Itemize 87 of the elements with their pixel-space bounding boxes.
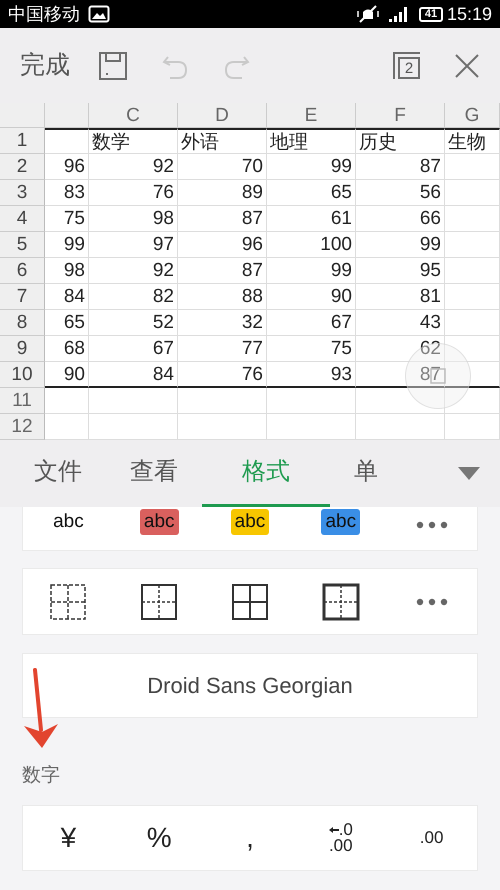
section-title: 数字 <box>22 764 61 788</box>
table-cell: 88 <box>178 284 267 310</box>
row-header[interactable]: 5 <box>0 232 45 258</box>
font-selector[interactable]: Droid Sans Georgian <box>23 654 477 717</box>
table-cell: 61 <box>267 206 356 232</box>
table-cell: 87 <box>178 206 267 232</box>
table-cell: 32 <box>178 310 267 336</box>
table-cell: 67 <box>267 310 356 336</box>
table-cell: 84 <box>45 284 89 310</box>
table-cell: 93 <box>267 362 356 388</box>
row-header[interactable]: 6 <box>0 258 45 284</box>
format-button[interactable]: ¥ <box>60 824 76 852</box>
clock-time: 15:19 <box>446 2 492 26</box>
decrease-decimal-button[interactable]: .00 <box>420 830 444 846</box>
table-cell: 92 <box>89 154 178 180</box>
table-cell: 历史 <box>356 128 445 154</box>
format-button[interactable]: % <box>146 824 172 852</box>
table-cell: 95 <box>356 258 445 284</box>
table-cell: 92 <box>89 258 178 284</box>
text-style-button[interactable]: abc <box>49 509 88 535</box>
table-cell: 生物 <box>445 128 500 154</box>
done-button[interactable]: 完成 <box>20 46 70 84</box>
tab[interactable]: 单 <box>330 440 402 507</box>
column-header[interactable]: C <box>89 103 178 128</box>
table-cell: 87 <box>356 154 445 180</box>
row-header[interactable]: 3 <box>0 180 45 206</box>
table-cell: 90 <box>45 362 89 388</box>
column-header[interactable]: G <box>445 103 500 128</box>
row-header[interactable]: 1 <box>0 128 45 154</box>
column-header[interactable]: D <box>178 103 267 128</box>
table-cell: 99 <box>267 258 356 284</box>
tab[interactable]: 查看 <box>106 440 202 507</box>
table-cell: 52 <box>89 310 178 336</box>
windows-button[interactable]: 2 <box>389 48 424 83</box>
table-cell: 56 <box>356 180 445 206</box>
increase-decimal-button[interactable]: .0 .00 <box>328 822 353 853</box>
table-cell: 76 <box>178 362 267 388</box>
table-cell: 96 <box>178 232 267 258</box>
row-header[interactable]: 2 <box>0 154 45 180</box>
format-button[interactable]: , <box>246 824 254 852</box>
table-cell: 81 <box>356 284 445 310</box>
battery-level: 41 <box>418 6 443 22</box>
table-cell: 87 <box>178 258 267 284</box>
highlight-style-button[interactable]: abc <box>321 509 360 535</box>
carrier-name: 中国移动 <box>8 2 80 26</box>
row-header[interactable]: 4 <box>0 206 45 232</box>
table-cell: 数学 <box>89 128 178 154</box>
table-cell: 99 <box>267 154 356 180</box>
table-cell: 99 <box>356 232 445 258</box>
window-count: 2 <box>398 57 420 79</box>
column-header[interactable]: E <box>267 103 356 128</box>
table-cell: 84 <box>89 362 178 388</box>
table-cell: 68 <box>45 336 89 362</box>
table-cell: 99 <box>45 232 89 258</box>
table-cell: 65 <box>267 180 356 206</box>
highlight-style-button[interactable]: abc <box>230 509 270 535</box>
table-cell: 75 <box>45 206 89 232</box>
table-cell: 89 <box>178 180 267 206</box>
table-cell: 76 <box>89 180 178 206</box>
row-header[interactable]: 10 <box>0 362 45 388</box>
row-header[interactable]: 9 <box>0 336 45 362</box>
column-header[interactable]: F <box>356 103 445 128</box>
table-cell: 96 <box>45 154 89 180</box>
table-cell: 70 <box>178 154 267 180</box>
table-cell: 75 <box>267 336 356 362</box>
row-header[interactable]: 8 <box>0 310 45 336</box>
table-cell: 77 <box>178 336 267 362</box>
table-cell: 65 <box>45 310 89 336</box>
table-cell: 98 <box>45 258 89 284</box>
row-header[interactable]: 7 <box>0 284 45 310</box>
table-cell: 82 <box>89 284 178 310</box>
table-cell: 62 <box>356 336 445 362</box>
highlight-style-button[interactable]: abc <box>140 509 179 535</box>
row-header[interactable]: 11 <box>0 388 45 414</box>
table-cell: 87 <box>356 362 445 388</box>
table-cell: 43 <box>356 310 445 336</box>
table-cell: 地理 <box>267 128 356 154</box>
table-cell: 67 <box>89 336 178 362</box>
row-header[interactable]: 12 <box>0 414 45 440</box>
table-cell: 83 <box>45 180 89 206</box>
tab[interactable]: 文件 <box>10 440 106 507</box>
table-cell: 外语 <box>178 128 267 154</box>
table-cell: 98 <box>89 206 178 232</box>
table-cell: 97 <box>89 232 178 258</box>
table-cell: 100 <box>267 232 356 258</box>
table-cell: 66 <box>356 206 445 232</box>
table-cell: 90 <box>267 284 356 310</box>
